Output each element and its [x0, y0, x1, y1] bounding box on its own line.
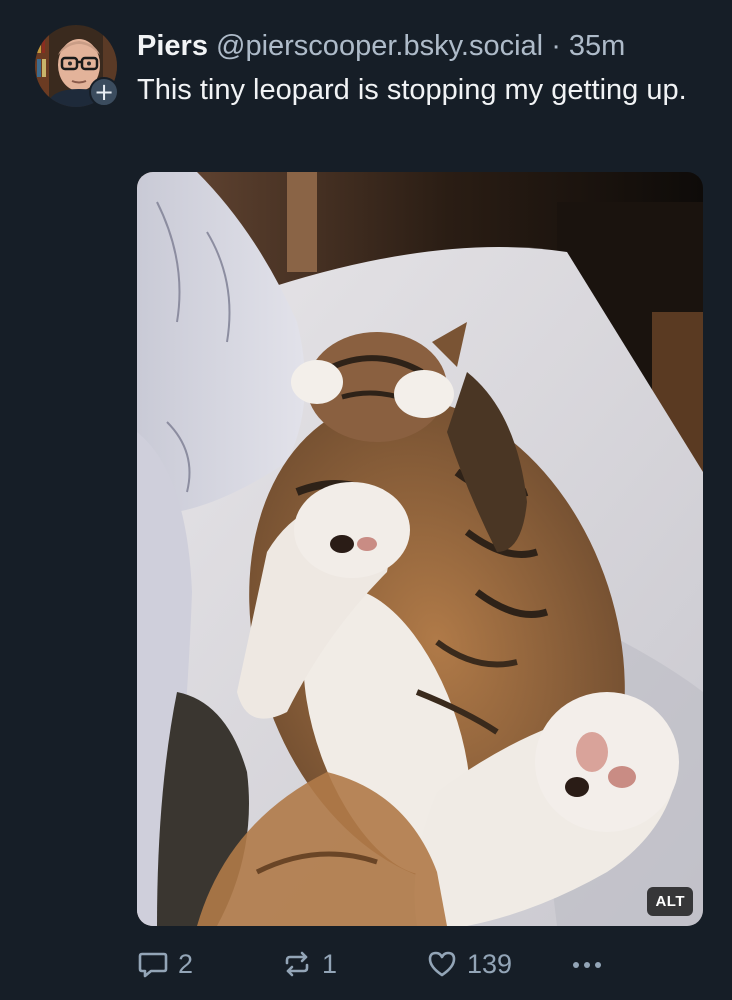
post-meta: Piers @pierscooper.bsky.social · 35m — [137, 26, 625, 66]
like-button[interactable]: 139 — [426, 944, 512, 984]
post-timestamp[interactable]: 35m — [569, 30, 625, 62]
follow-plus-button[interactable]: + — [89, 77, 119, 107]
alt-text-button[interactable]: ALT — [647, 887, 693, 916]
repost-button[interactable]: 1 — [281, 944, 337, 984]
author-handle[interactable]: @pierscooper.bsky.social — [216, 30, 543, 62]
reply-count: 2 — [178, 948, 194, 979]
post-text: This tiny leopard is stopping my getting… — [137, 74, 687, 106]
repost-count: 1 — [322, 948, 338, 979]
post-image[interactable]: ALT — [137, 172, 703, 926]
meta-separator: · — [551, 30, 561, 62]
author-display-name[interactable]: Piers — [137, 30, 208, 62]
more-dots-icon — [573, 962, 601, 968]
avatar-container[interactable]: + — [35, 25, 119, 107]
reply-bubble-icon — [138, 952, 168, 978]
heart-icon — [428, 951, 456, 977]
reply-button[interactable]: 2 — [137, 944, 193, 984]
more-options-button[interactable] — [569, 944, 614, 984]
cat-photo — [137, 172, 703, 926]
like-count: 139 — [467, 948, 513, 979]
post-actions: 2 1 139 — [137, 944, 617, 984]
repost-arrows-icon — [285, 951, 309, 977]
post: + Piers @pierscooper.bsky.social · 35m T… — [0, 0, 732, 1000]
